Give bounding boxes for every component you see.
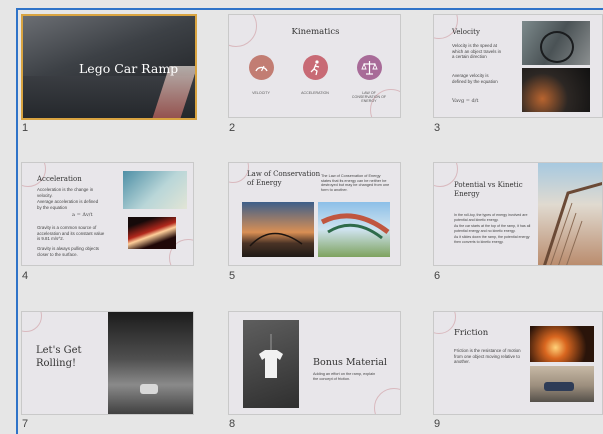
jet-image xyxy=(123,171,187,209)
slide-thumbnail-1[interactable]: Lego Car Ramp xyxy=(21,14,197,120)
slide-thumbnail-8[interactable]: Bonus Material Adding an effort on the r… xyxy=(228,311,401,415)
slide-title: Friction xyxy=(454,328,489,338)
slide-number: 4 xyxy=(22,270,29,282)
slide-thumbnail-9[interactable]: Friction Friction is the resistance of m… xyxy=(433,311,603,415)
body-text: Friction is the resistance of motion fro… xyxy=(454,348,521,365)
light-trails-image xyxy=(128,217,176,249)
slide-number: 9 xyxy=(434,418,441,430)
slide-thumbnail-6[interactable]: Potential vs Kinetic Energy In the roll-… xyxy=(433,162,603,266)
slide-number: 1 xyxy=(22,122,29,134)
coaster-green-image xyxy=(318,202,390,257)
slide-thumbnail-5[interactable]: Law of Conservation of Energy The Law of… xyxy=(228,162,401,266)
bullet-text: Gravity is a common source of accelerati… xyxy=(37,225,105,242)
body-text: The Law of Conservation of Energy states… xyxy=(321,174,390,192)
equation: a = Δv/t xyxy=(72,212,93,218)
bullet-text: In the roll-toy, the types of energy inv… xyxy=(454,213,528,222)
slide-number: 2 xyxy=(229,122,236,134)
bullet-text: Average velocity is defined by the equat… xyxy=(452,73,498,84)
decorative-swirl xyxy=(374,388,400,414)
bullet-text: Gravity is always pulling objects closer… xyxy=(37,246,99,257)
slide-number: 3 xyxy=(434,122,441,134)
bullet-text: As the car starts at the top of the ramp… xyxy=(454,224,531,233)
decorative-swirl xyxy=(434,312,456,334)
bullet-text: Velocity is the speed at which an object… xyxy=(452,43,502,60)
bullet-text: Average acceleration is defined by the e… xyxy=(37,199,99,210)
slide-number: 7 xyxy=(22,418,29,430)
forest-road-image xyxy=(108,312,193,414)
slide-thumbnail-2[interactable]: Kinematics VELOCITY ACCELERATION LAW OF … xyxy=(228,14,401,118)
slide-number: 6 xyxy=(434,270,441,282)
body-text: Adding an effort on the ramp, explain th… xyxy=(313,372,376,381)
decorative-swirl xyxy=(22,312,42,332)
bullet-text: Acceleration is the change in velocity. xyxy=(37,187,94,198)
speedometer-icon xyxy=(249,55,274,80)
speedometer-image xyxy=(522,68,590,112)
item-label-conservation: LAW OF CONSERVATION OF ENERGY xyxy=(351,91,387,103)
slide-number: 5 xyxy=(229,270,236,282)
wooden-coaster-image xyxy=(538,163,602,265)
slide-title: Let's Get Rolling! xyxy=(36,345,82,369)
slide-thumbnail-7[interactable]: Let's Get Rolling! xyxy=(21,311,194,415)
slide-title: Kinematics xyxy=(291,27,340,37)
slide-title: Velocity xyxy=(452,28,480,36)
decorative-swirl xyxy=(229,163,249,183)
tshirt-image xyxy=(243,320,299,408)
coaster-sunset-image xyxy=(242,202,314,257)
sparks-image xyxy=(530,326,594,362)
scale-icon xyxy=(357,55,382,80)
equation: Vavg = d/t xyxy=(452,98,479,104)
runner-icon xyxy=(303,55,328,80)
bullet-text: As it slides down the ramp, the potentia… xyxy=(454,235,530,244)
drifting-car-image xyxy=(530,366,594,402)
slide-title: Lego Car Ramp xyxy=(79,61,179,76)
slide-thumbnail-4[interactable]: Acceleration Acceleration is the change … xyxy=(21,162,194,266)
slide-thumbnail-3[interactable]: Velocity Velocity is the speed at which … xyxy=(433,14,603,118)
slide-title: Potential vs Kinetic Energy xyxy=(454,181,523,198)
cyclist-image xyxy=(522,21,590,65)
item-label-acceleration: ACCELERATION xyxy=(301,91,329,95)
item-label-velocity: VELOCITY xyxy=(252,91,270,95)
slide-number: 8 xyxy=(229,418,236,430)
slide-title: Bonus Material xyxy=(313,357,387,368)
slide-title: Law of Conservation of Energy xyxy=(247,170,321,187)
slide-title: Acceleration xyxy=(37,175,82,183)
